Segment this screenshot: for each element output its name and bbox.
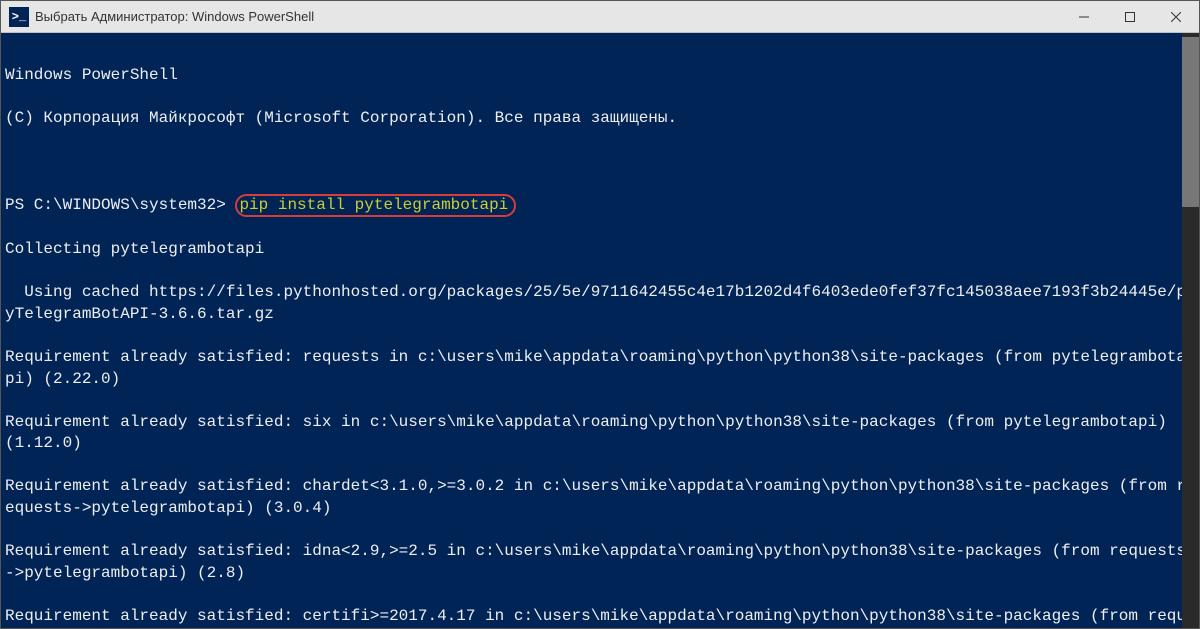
maximize-button[interactable] xyxy=(1107,1,1153,33)
scrollbar[interactable] xyxy=(1182,33,1199,628)
copyright-line: (C) Корпорация Майкрософт (Microsoft Cor… xyxy=(5,108,1195,130)
window-title: Выбрать Администратор: Windows PowerShel… xyxy=(35,9,1061,24)
output-line: Using cached https://files.pythonhosted.… xyxy=(5,282,1195,325)
minimize-button[interactable] xyxy=(1061,1,1107,33)
command-highlight: pip install pytelegrambotapi xyxy=(235,194,516,217)
output-line: Collecting pytelegrambotapi xyxy=(5,239,1195,261)
powershell-window: >_ Выбрать Администратор: Windows PowerS… xyxy=(0,0,1200,629)
terminal-output[interactable]: Windows PowerShell (C) Корпорация Майкро… xyxy=(1,33,1199,628)
prompt-prefix: PS C:\WINDOWS\system32> xyxy=(5,196,235,214)
titlebar[interactable]: >_ Выбрать Администратор: Windows PowerS… xyxy=(1,1,1199,33)
close-button[interactable] xyxy=(1153,1,1199,33)
output-line: Requirement already satisfied: six in c:… xyxy=(5,412,1195,455)
output-line: Requirement already satisfied: chardet<3… xyxy=(5,476,1195,519)
blank-line xyxy=(5,151,1195,173)
output-line: Requirement already satisfied: requests … xyxy=(5,347,1195,390)
output-line: Requirement already satisfied: idna<2.9,… xyxy=(5,541,1195,584)
header-line: Windows PowerShell xyxy=(5,65,1195,87)
output-line: Requirement already satisfied: certifi>=… xyxy=(5,606,1195,628)
command-text: pip install pytelegrambotapi xyxy=(239,196,508,214)
prompt-line: PS C:\WINDOWS\system32> pip install pyte… xyxy=(5,194,1195,217)
powershell-icon: >_ xyxy=(9,7,29,27)
scroll-thumb[interactable] xyxy=(1182,37,1199,207)
